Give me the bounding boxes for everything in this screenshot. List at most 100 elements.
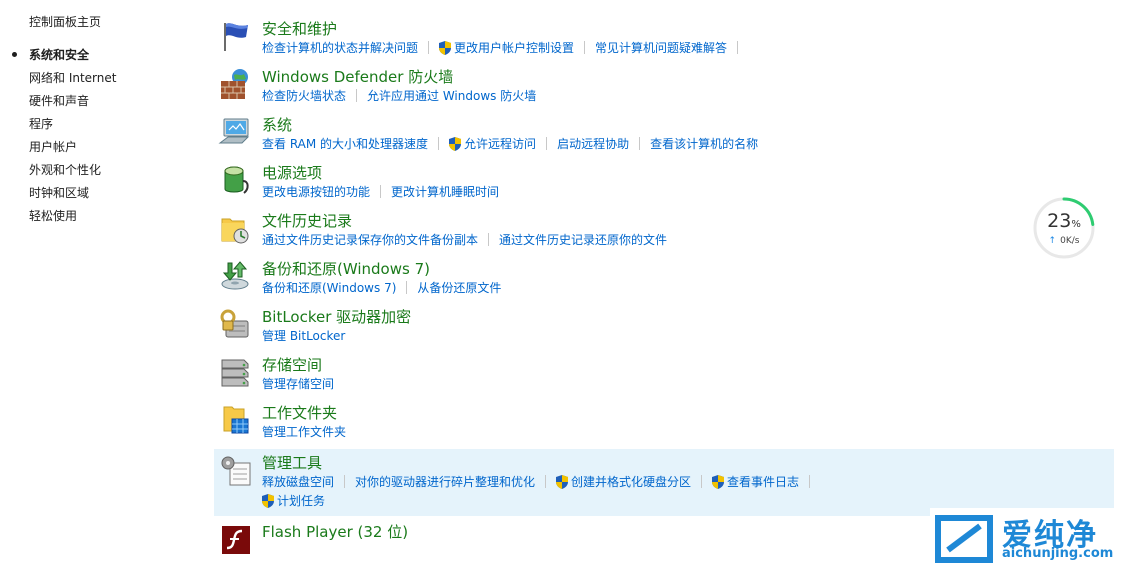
link-defragment[interactable]: 对你的驱动器进行碎片整理和优化 [355, 473, 535, 490]
category-title[interactable]: 备份和还原(Windows 7) [262, 258, 430, 279]
link-schedule-tasks[interactable]: 计划任务 [277, 492, 325, 509]
category-links: 备份和还原(Windows 7) 从备份还原文件 [262, 279, 501, 296]
shield-icon [439, 41, 451, 55]
category-links: 释放磁盘空间 对你的驱动器进行碎片整理和优化 创建并格式化硬盘分区 查看事件日志 [262, 473, 820, 490]
category-bitlocker: BitLocker 驱动器加密 管理 BitLocker [214, 303, 1114, 351]
nav-item-network[interactable]: 网络和 Internet [29, 69, 116, 92]
nav-item-appearance[interactable]: 外观和个性化 [29, 161, 116, 184]
separator [584, 41, 586, 54]
link-manage-work-folders[interactable]: 管理工作文件夹 [262, 423, 346, 440]
separator [380, 185, 382, 198]
nav-list: 系统和安全 网络和 Internet 硬件和声音 程序 用户帐户 外观和个性化 … [11, 46, 116, 230]
link-view-ram[interactable]: 查看 RAM 的大小和处理器速度 [262, 135, 428, 152]
category-links: 检查计算机的状态并解决问题 更改用户帐户控制设置 常见计算机问题疑难解答 [262, 39, 748, 56]
nav-item-clock-region[interactable]: 时钟和区域 [29, 184, 116, 207]
category-storage-spaces: 存储空间 管理存储空间 [214, 351, 1114, 399]
file-history-icon [221, 218, 249, 244]
link-save-backup[interactable]: 通过文件历史记录保存你的文件备份副本 [262, 231, 478, 248]
separator [701, 475, 703, 488]
separator [344, 475, 346, 488]
nav-item-system-security[interactable]: 系统和安全 [11, 46, 116, 69]
admin-tools-icon [221, 456, 251, 486]
control-panel-home-link[interactable]: 控制面板主页 [29, 13, 101, 30]
backup-icon [221, 261, 249, 290]
shield-icon [449, 137, 461, 151]
link-firewall-status[interactable]: 检查防火墙状态 [262, 87, 346, 104]
category-title[interactable]: Windows Defender 防火墙 [262, 66, 453, 87]
link-manage-storage[interactable]: 管理存储空间 [262, 375, 334, 392]
storage-icon [221, 359, 249, 387]
link-check-status[interactable]: 检查计算机的状态并解决问题 [262, 39, 418, 56]
link-create-partitions[interactable]: 创建并格式化硬盘分区 [571, 473, 691, 490]
category-title[interactable]: 文件历史记录 [262, 210, 352, 231]
shield-icon [262, 494, 274, 508]
category-links: 管理存储空间 [262, 375, 334, 392]
link-backup-restore-w7[interactable]: 备份和还原(Windows 7) [262, 279, 396, 296]
link-power-button[interactable]: 更改电源按钮的功能 [262, 183, 370, 200]
nav-item-user-accounts[interactable]: 用户帐户 [29, 138, 116, 161]
category-system: 系统 查看 RAM 的大小和处理器速度 允许远程访问 启动远程协助 查看该计算机的名称 [214, 111, 1114, 159]
category-title[interactable]: 工作文件夹 [262, 402, 337, 423]
category-title[interactable]: 管理工具 [262, 452, 322, 473]
bitlocker-icon [220, 309, 249, 338]
category-title[interactable]: Flash Player (32 位) [262, 521, 408, 542]
category-security-maintenance: 安全和维护 检查计算机的状态并解决问题 更改用户帐户控制设置 常见计算机问题疑难解答 [214, 15, 1114, 63]
battery-icon [224, 166, 249, 194]
nav-item-hardware-sound[interactable]: 硬件和声音 [29, 92, 116, 115]
separator [737, 41, 739, 54]
computer-icon [218, 118, 250, 144]
category-links-second-row: 计划任务 [262, 492, 325, 509]
category-admin-tools: 管理工具 释放磁盘空间 对你的驱动器进行碎片整理和优化 创建并格式化硬盘分区 查看事件… [214, 449, 1114, 516]
link-event-logs[interactable]: 查看事件日志 [727, 473, 799, 490]
watermark: 爱纯净 aichunjing.com [930, 508, 1123, 567]
separator [488, 233, 490, 246]
category-work-folders: 工作文件夹 管理工作文件夹 [214, 399, 1114, 447]
category-firewall: Windows Defender 防火墙 检查防火墙状态 允许应用通过 Windo… [214, 63, 1114, 111]
separator [438, 137, 440, 150]
link-manage-bitlocker[interactable]: 管理 BitLocker [262, 327, 345, 344]
link-free-disk-space[interactable]: 释放磁盘空间 [262, 473, 334, 490]
category-title[interactable]: 安全和维护 [262, 18, 337, 39]
watermark-url: aichunjing.com [1002, 546, 1114, 561]
separator [546, 137, 548, 150]
link-remote-assist[interactable]: 启动远程协助 [557, 135, 629, 152]
firewall-icon [221, 69, 248, 99]
category-title[interactable]: 电源选项 [262, 162, 322, 183]
category-title[interactable]: 系统 [262, 114, 292, 135]
upload-arrow-icon: ↑ [1048, 236, 1057, 246]
left-nav: 控制面板主页 系统和安全 网络和 Internet 硬件和声音 程序 用户帐户 … [0, 0, 200, 567]
speed-rate: ↑ 0K/s [1048, 236, 1080, 246]
separator [428, 41, 430, 54]
nav-item-programs[interactable]: 程序 [29, 115, 116, 138]
network-speed-widget[interactable]: 23% ↑ 0K/s [1032, 196, 1096, 260]
link-computer-name[interactable]: 查看该计算机的名称 [650, 135, 758, 152]
category-power: 电源选项 更改电源按钮的功能 更改计算机睡眠时间 [214, 159, 1114, 207]
flag-icon [224, 23, 248, 51]
category-title[interactable]: BitLocker 驱动器加密 [262, 306, 411, 327]
separator [639, 137, 641, 150]
shield-icon [712, 475, 724, 489]
category-links: 管理 BitLocker [262, 327, 345, 344]
link-troubleshoot[interactable]: 常见计算机问题疑难解答 [595, 39, 727, 56]
category-links: 通过文件历史记录保存你的文件备份副本 通过文件历史记录还原你的文件 [262, 231, 667, 248]
watermark-logo-icon [935, 515, 993, 563]
separator [356, 89, 358, 102]
separator [809, 475, 811, 488]
nav-item-ease-of-access[interactable]: 轻松使用 [29, 207, 116, 230]
separator [545, 475, 547, 488]
category-links: 管理工作文件夹 [262, 423, 346, 440]
link-sleep-time[interactable]: 更改计算机睡眠时间 [391, 183, 499, 200]
category-title[interactable]: 存储空间 [262, 354, 322, 375]
separator [406, 281, 408, 294]
category-list: 安全和维护 检查计算机的状态并解决问题 更改用户帐户控制设置 常见计算机问题疑难解答… [214, 15, 1114, 566]
category-links: 查看 RAM 的大小和处理器速度 允许远程访问 启动远程协助 查看该计算机的名称 [262, 135, 758, 152]
link-uac-settings[interactable]: 更改用户帐户控制设置 [454, 39, 574, 56]
link-allow-app[interactable]: 允许应用通过 Windows 防火墙 [367, 87, 536, 104]
category-backup-restore: 备份和还原(Windows 7) 备份和还原(Windows 7) 从备份还原文件 [214, 255, 1114, 303]
shield-icon [556, 475, 568, 489]
link-allow-remote[interactable]: 允许远程访问 [464, 135, 536, 152]
link-restore-files[interactable]: 通过文件历史记录还原你的文件 [499, 231, 667, 248]
flash-icon [222, 526, 250, 554]
link-restore-from-backup[interactable]: 从备份还原文件 [417, 279, 501, 296]
category-file-history: 文件历史记录 通过文件历史记录保存你的文件备份副本 通过文件历史记录还原你的文件 [214, 207, 1114, 255]
